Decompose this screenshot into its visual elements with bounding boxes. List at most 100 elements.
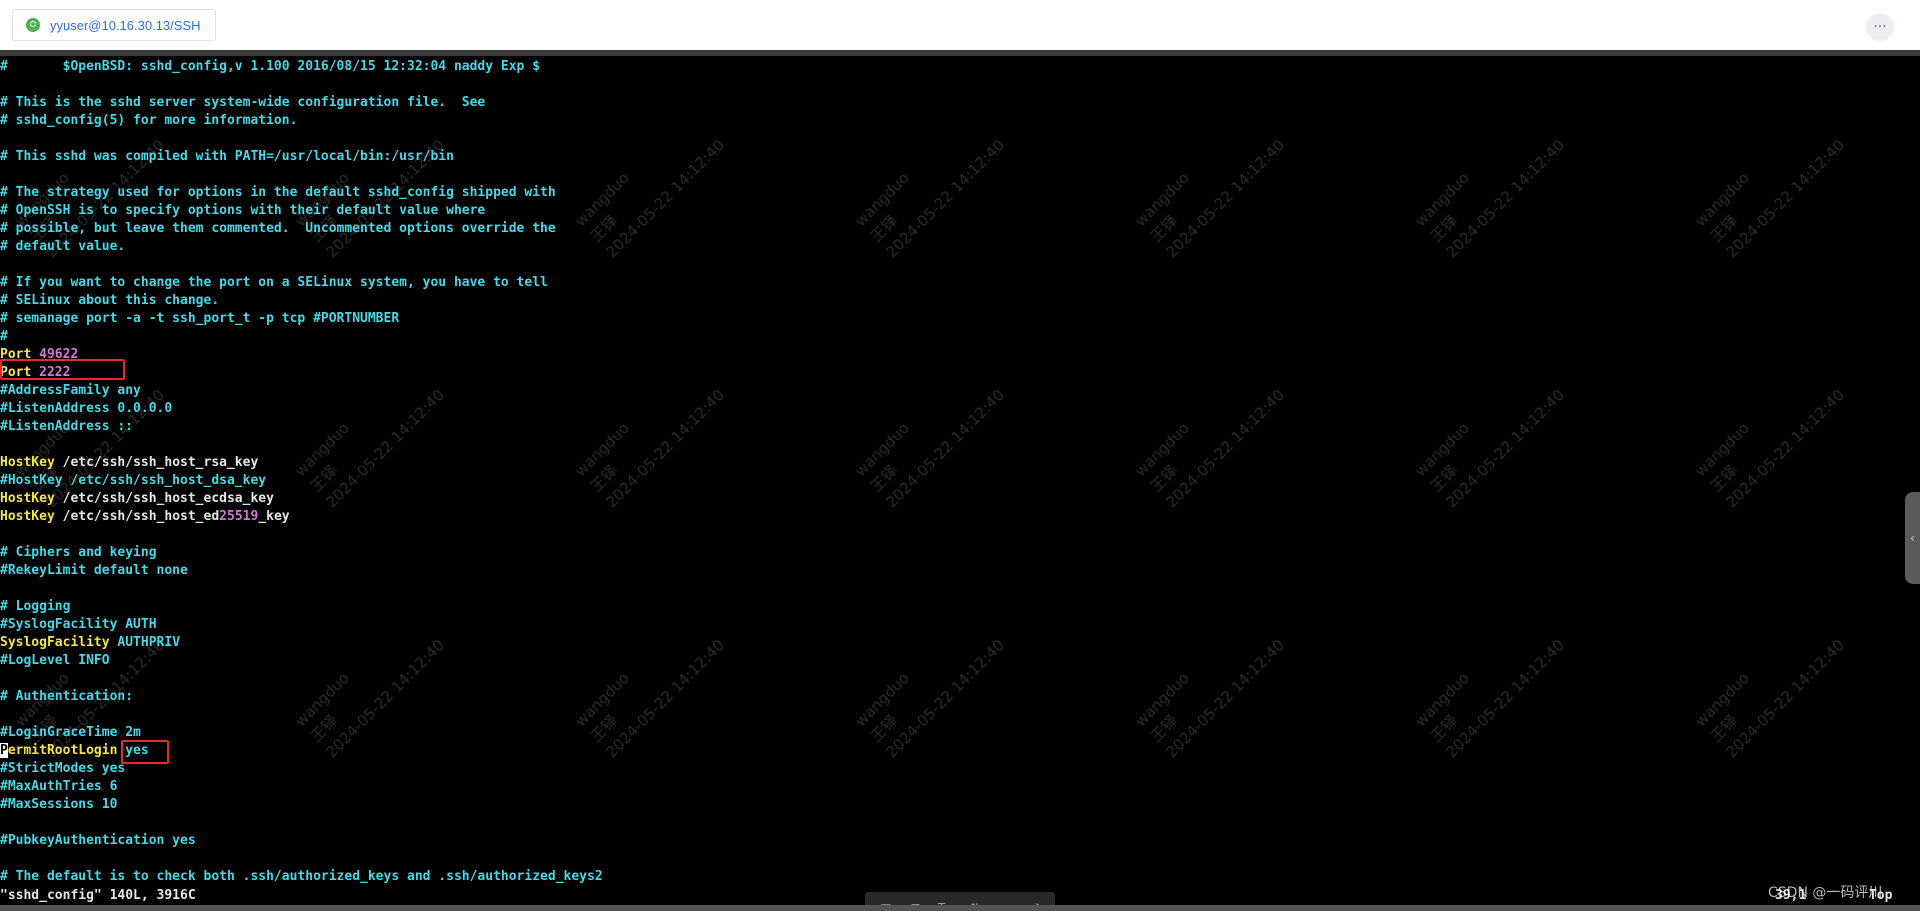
terminal-line: # Ciphers and keying	[0, 544, 603, 562]
terminal-line: # default value.	[0, 238, 603, 256]
terminal-text: #AddressFamily any	[0, 383, 141, 398]
terminal-line: #HostKey /etc/ssh/ssh_host_dsa_key	[0, 472, 603, 490]
terminal-text: #MaxSessions 10	[0, 797, 118, 812]
terminal-text: # The strategy used for options in the d…	[0, 185, 556, 200]
terminal-text: #MaxAuthTries 6	[0, 779, 118, 794]
csdn-credit-watermark: CSDN @一码评川	[1768, 885, 1883, 901]
terminal-text: #HostKey /etc/ssh/ssh_host_dsa_key	[0, 473, 267, 488]
terminal-text: # possible, but leave them commented. Un…	[0, 221, 556, 236]
browser-header: yyuser@10.16.30.13/SSH ···	[0, 0, 1920, 50]
text-size-icon[interactable]: Tт	[935, 898, 955, 905]
grid-icon[interactable]: ⊞	[905, 898, 925, 905]
terminal-line: #SyslogFacility AUTH	[0, 616, 603, 634]
terminal-text: # Logging	[0, 599, 71, 614]
tab-title: yyuser@10.16.30.13/SSH	[50, 17, 201, 33]
fullscreen-icon[interactable]: ⤢	[1024, 898, 1044, 906]
port-highlight-box	[0, 359, 125, 380]
user-watermark: wangduo 王铎 2024-05-22 14:12:40	[851, 135, 1008, 262]
terminal-line: # The strategy used for options in the d…	[0, 184, 603, 202]
terminal-line: HostKey /etc/ssh/ssh_host_ed25519_key	[0, 508, 603, 526]
terminal-line: # This is the sshd server system-wide co…	[0, 94, 603, 112]
terminal-text: /etc/ssh/ssh_host_rsa_key	[54, 455, 259, 470]
user-watermark: wangduo 王铎 2024-05-22 14:12:40	[1411, 135, 1568, 262]
terminal-text: # default value.	[0, 239, 126, 254]
user-watermark: wangduo 王铎 2024-05-22 14:12:40	[1411, 635, 1568, 762]
user-watermark: wangduo 王铎 2024-05-22 14:12:40	[1691, 135, 1848, 262]
terminal-text: # OpenSSH is to specify options with the…	[0, 203, 486, 218]
terminal-line: # The default is to check both .ssh/auth…	[0, 868, 603, 886]
terminal-text: # sshd_config(5) for more information.	[0, 113, 298, 128]
terminal-line: # SELinux about this change.	[0, 292, 603, 310]
user-watermark: wangduo 王铎 2024-05-22 14:12:40	[1691, 385, 1848, 512]
terminal-text: SyslogFacility	[0, 635, 110, 650]
terminal-text: # The default is to check both .ssh/auth…	[0, 869, 603, 884]
more-options-button[interactable]: ···	[1866, 13, 1894, 41]
terminal-line: #ListenAddress ::	[0, 418, 603, 436]
terminal-text: 25519	[219, 509, 259, 524]
terminal-text: HostKey	[0, 509, 55, 524]
user-watermark: wangduo 王铎 2024-05-22 14:12:40	[1411, 385, 1568, 512]
terminal-bottom-border	[0, 905, 1920, 911]
terminal-line: # Authentication:	[0, 688, 603, 706]
terminal-text: ermitRootLogin	[7, 743, 118, 758]
terminal-text: #ListenAddress 0.0.0.0	[0, 401, 173, 416]
transfer-icon[interactable]: ⇅	[965, 898, 985, 905]
terminal-text: #	[0, 329, 8, 344]
terminal-text: #LogLevel INFO	[0, 653, 110, 668]
user-watermark: wangduo 王铎 2024-05-22 14:12:40	[1131, 135, 1288, 262]
terminal-text: # $OpenBSD: sshd_config,v 1.100 2016/08/…	[0, 59, 541, 74]
terminal-text: HostKey	[0, 455, 55, 470]
terminal-text: # If you want to change the port on a SE…	[0, 275, 548, 290]
floating-toolbar: ▦ ⊞ Tт ⇅ ⚭ ⤢	[865, 892, 1055, 905]
terminal-line: #MaxSessions 10	[0, 796, 603, 814]
terminal-text: # semanage port -a -t ssh_port_t -p tcp …	[0, 311, 400, 326]
terminal-line: # Logging	[0, 598, 603, 616]
ssh-session-tab[interactable]: yyuser@10.16.30.13/SSH	[12, 9, 216, 41]
terminal-line: SyslogFacility AUTHPRIV	[0, 634, 603, 652]
terminal-text: /etc/ssh/ssh_host_ed	[54, 509, 220, 524]
terminal-line: #MaxAuthTries 6	[0, 778, 603, 796]
user-watermark: wangduo 王铎 2024-05-22 14:12:40	[1691, 635, 1848, 762]
terminal-line: # This sshd was compiled with PATH=/usr/…	[0, 148, 603, 166]
terminal-line: # possible, but leave them commented. Un…	[0, 220, 603, 238]
side-panel-toggle[interactable]: ‹	[1905, 492, 1920, 584]
terminal-line: # OpenSSH is to specify options with the…	[0, 202, 603, 220]
terminal-line: #AddressFamily any	[0, 382, 603, 400]
chevron-left-icon: ‹	[1910, 531, 1915, 545]
terminal-line: #LoginGraceTime 2m	[0, 724, 603, 742]
terminal-line: #	[0, 328, 603, 346]
terminal-text: #SyslogFacility AUTH	[0, 617, 157, 632]
table-icon[interactable]: ▦	[876, 898, 896, 905]
terminal-text: # SELinux about this change.	[0, 293, 220, 308]
terminal-line: # semanage port -a -t ssh_port_t -p tcp …	[0, 310, 603, 328]
terminal-text: /etc/ssh/ssh_host_ecdsa_key	[54, 491, 274, 506]
terminal-text: AUTHPRIV	[109, 635, 181, 650]
terminal-line: # If you want to change the port on a SE…	[0, 274, 603, 292]
terminal-line: #ListenAddress 0.0.0.0	[0, 400, 603, 418]
terminal-text: # This is the sshd server system-wide co…	[0, 95, 486, 110]
terminal-text: #ListenAddress ::	[0, 419, 134, 434]
user-watermark: wangduo 王铎 2024-05-22 14:12:40	[851, 385, 1008, 512]
terminal-text: #StrictModes yes	[0, 761, 126, 776]
terminal-line: # sshd_config(5) for more information.	[0, 112, 603, 130]
terminal-line: # $OpenBSD: sshd_config,v 1.100 2016/08/…	[0, 58, 603, 76]
text-cursor: P	[0, 743, 8, 758]
link-icon[interactable]: ⚭	[994, 898, 1014, 905]
terminal-text: #PubkeyAuthentication yes	[0, 833, 196, 848]
terminal-window[interactable]: wangduo 王铎 2024-05-22 14:12:40 wangduo 王铎 202…	[0, 56, 1920, 905]
vim-buffer: # $OpenBSD: sshd_config,v 1.100 2016/08/…	[0, 58, 603, 886]
user-watermark: wangduo 王铎 2024-05-22 14:12:40	[1131, 635, 1288, 762]
terminal-line: #RekeyLimit default none	[0, 562, 603, 580]
terminal-text: # This sshd was compiled with PATH=/usr/…	[0, 149, 454, 164]
